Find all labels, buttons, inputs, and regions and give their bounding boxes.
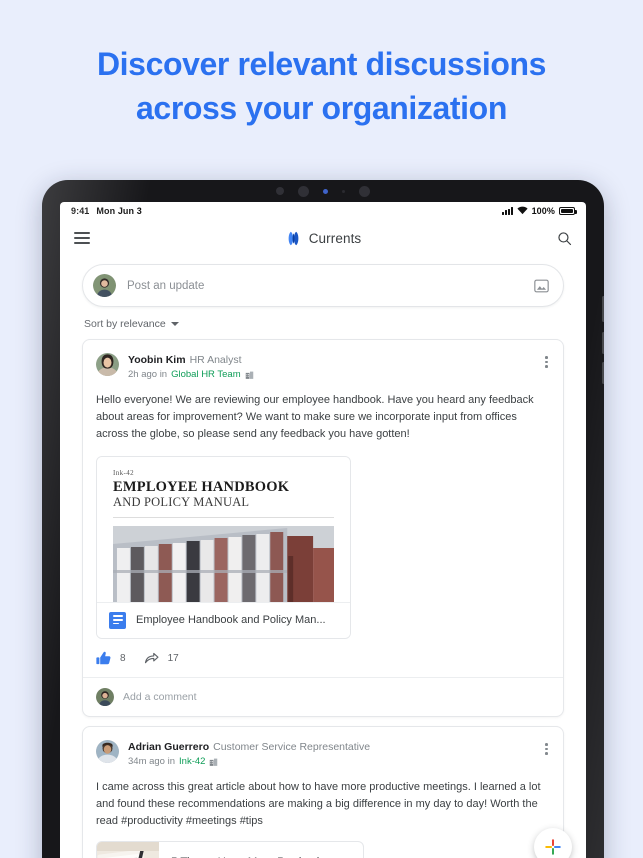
status-bar-time: 9:41 — [71, 205, 90, 216]
avatar[interactable] — [96, 739, 119, 763]
battery-percent-label: 100% — [531, 205, 555, 216]
current-user-avatar — [93, 274, 116, 297]
device-top-sensors — [42, 180, 604, 202]
post-author-meta: Adrian Guerrero Customer Service Represen… — [128, 740, 370, 769]
share-arrow-icon[interactable] — [144, 651, 159, 666]
create-post-fab[interactable] — [534, 828, 572, 858]
add-comment-row[interactable]: Add a comment — [83, 676, 563, 716]
post-timestamp: 2h ago in — [128, 369, 168, 381]
post-composer-placeholder: Post an update — [127, 279, 205, 292]
document-preview-kicker: Ink-42 — [113, 468, 135, 477]
post-composer[interactable]: Post an update — [82, 264, 564, 307]
depth-sensor-icon — [359, 185, 370, 197]
sensor-dot-icon — [276, 187, 284, 195]
battery-icon — [559, 206, 577, 215]
post-author-role: HR Analyst — [189, 354, 242, 366]
status-led-icon — [323, 188, 328, 194]
avatar[interactable] — [96, 353, 119, 376]
search-icon[interactable] — [557, 231, 572, 246]
sort-label: Sort by relevance — [84, 318, 166, 330]
document-preview-title-2: AND POLICY MANUAL — [113, 494, 250, 509]
community-space-icon — [245, 371, 253, 379]
brand-block: Currents — [60, 219, 586, 257]
device-screen: 9:41 Mon Jun 3 100% Currents Post an upd… — [60, 202, 586, 858]
volume-up-button[interactable] — [602, 332, 604, 354]
article-thumbnail-notebook — [97, 841, 159, 858]
microphone-icon — [342, 189, 345, 193]
power-button[interactable] — [602, 296, 604, 322]
document-attachment-footer[interactable]: Employee Handbook and Policy Man... — [97, 601, 350, 638]
share-count: 17 — [167, 652, 179, 664]
post-body-text: Hello everyone! We are reviewing our emp… — [96, 393, 534, 440]
more-options-icon[interactable] — [543, 353, 550, 371]
document-preview-title-1: EMPLOYEE HANDBOOK — [113, 478, 290, 495]
add-comment-placeholder: Add a comment — [123, 690, 197, 703]
wifi-icon — [516, 206, 528, 215]
google-docs-icon — [109, 611, 126, 629]
headline-line-2: across your organization — [136, 90, 507, 126]
document-attachment-card[interactable]: Ink-42 EMPLOYEE HANDBOOK AND POLICY MANU… — [96, 455, 351, 639]
chevron-down-icon — [170, 322, 179, 326]
app-title: Currents — [308, 230, 362, 246]
tablet-device-frame: 9:41 Mon Jun 3 100% Currents Post an upd… — [42, 180, 604, 858]
volume-down-button[interactable] — [602, 362, 604, 384]
status-bar: 9:41 Mon Jun 3 100% — [60, 202, 586, 219]
status-bar-date: Mon Jun 3 — [96, 205, 142, 216]
cellular-signal-icon — [501, 206, 513, 215]
community-space-icon — [210, 758, 218, 766]
current-user-avatar — [96, 687, 114, 706]
hamburger-menu-icon[interactable] — [74, 231, 90, 245]
sort-selector[interactable]: Sort by relevance — [82, 307, 564, 339]
post-body-text: I came across this great article about h… — [96, 780, 541, 827]
post-author-role: Customer Service Representative — [213, 740, 371, 753]
headline-line-1: Discover relevant discussions — [96, 46, 547, 82]
document-file-title: Employee Handbook and Policy Man... — [136, 614, 326, 627]
post-card: Yoobin Kim HR Analyst 2h ago in Global HR… — [82, 339, 564, 717]
post-author-name: Yoobin Kim — [128, 354, 186, 366]
post-space-link[interactable]: Ink-42 — [179, 756, 205, 769]
post-author-name: Adrian Guerrero — [128, 740, 210, 753]
app-bar: Currents — [60, 219, 586, 257]
marketing-headline: Discover relevant discussions across you… — [0, 42, 643, 130]
currents-logo-icon — [288, 231, 299, 245]
like-count: 8 — [120, 652, 126, 664]
thumbs-up-icon[interactable] — [96, 651, 111, 666]
google-plus-create-icon — [545, 839, 561, 855]
post-space-link[interactable]: Global HR Team — [171, 369, 241, 382]
feed-container: Post an update Sort by relevance Yoobin … — [60, 257, 586, 858]
post-card: Adrian Guerrero Customer Service Represen… — [82, 725, 564, 858]
post-header: Yoobin Kim HR Analyst 2h ago in Global HR… — [83, 340, 563, 382]
document-preview-photo — [113, 525, 334, 602]
post-author-meta: Yoobin Kim HR Analyst 2h ago in Global HR… — [128, 353, 254, 382]
article-attachment-card[interactable]: 5 Tips to Have More Productive... — [96, 840, 364, 858]
insert-image-icon[interactable] — [534, 279, 549, 293]
divider — [113, 516, 334, 518]
post-header: Adrian Guerrero Customer Service Represen… — [83, 727, 563, 769]
document-preview: Ink-42 EMPLOYEE HANDBOOK AND POLICY MANU… — [97, 456, 350, 602]
more-options-icon[interactable] — [543, 740, 550, 758]
post-actions: 8 17 — [83, 639, 563, 677]
front-camera-icon — [298, 185, 309, 197]
post-timestamp: 34m ago in — [128, 756, 176, 768]
